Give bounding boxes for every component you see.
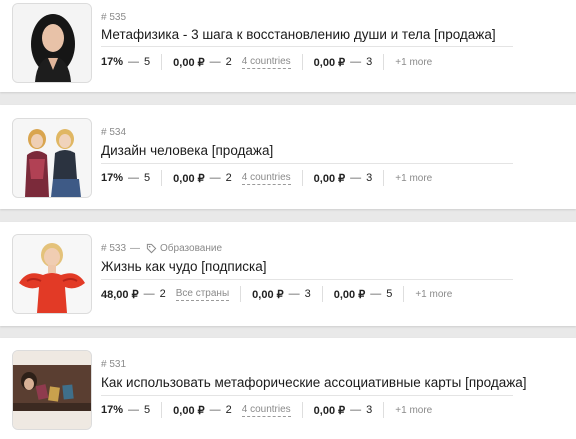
more-offers-link[interactable]: +1 more [395, 57, 432, 68]
product-card[interactable]: # 533 — Образование Жизнь как чудо [подп… [0, 222, 576, 326]
offer-2[interactable]: 0,00 ₽ —2 4 countries [173, 172, 291, 185]
more-offers-link[interactable]: +1 more [395, 405, 432, 416]
offer-1[interactable]: 48,00 ₽ —2 Все страны [101, 288, 230, 301]
separator [301, 170, 303, 186]
offer-1[interactable]: 17% —5 [101, 172, 150, 184]
separator [301, 54, 303, 70]
separator [240, 286, 242, 302]
item-meta: # 535 [101, 12, 126, 23]
offer-2[interactable]: 0,00 ₽ —3 [252, 288, 311, 301]
countries-link[interactable]: 4 countries [241, 56, 291, 69]
offer-3[interactable]: 0,00 ₽ —3 [314, 172, 373, 185]
more-offers-link[interactable]: +1 more [395, 173, 432, 184]
separator [383, 170, 385, 186]
meta-separator: — [130, 243, 141, 254]
offer-row: 17% —5 0,00 ₽ —2 4 countries 0,00 ₽ —3 +1 m… [101, 402, 432, 418]
item-id: # 535 [101, 12, 127, 23]
item-title[interactable]: Как использовать метафорические ассоциат… [101, 375, 527, 390]
item-meta: # 533 — Образование [101, 243, 222, 254]
offer-3[interactable]: 0,00 ₽ —3 [314, 404, 373, 417]
product-thumbnail[interactable] [12, 3, 92, 83]
separator [403, 286, 405, 302]
category-tag[interactable]: Образование [160, 243, 222, 254]
item-title[interactable]: Жизнь как чудо [подписка] [101, 259, 267, 274]
product-thumbnail[interactable] [12, 234, 92, 314]
separator [383, 402, 385, 418]
product-card[interactable]: # 531 Как использовать метафорические ас… [0, 338, 576, 439]
item-id: # 531 [101, 359, 127, 370]
product-card[interactable]: # 534 Дизайн человека [продажа] 17% —5 0,… [0, 105, 576, 209]
separator [161, 402, 163, 418]
offer-1[interactable]: 17% —5 [101, 404, 150, 416]
divider [101, 46, 513, 47]
offer-row: 48,00 ₽ —2 Все страны 0,00 ₽ —3 0,00 ₽ —5 +… [101, 286, 452, 302]
offer-row: 17% —5 0,00 ₽ —2 4 countries 0,00 ₽ —3 +1 m… [101, 170, 432, 186]
offer-2[interactable]: 0,00 ₽ —2 4 countries [173, 404, 291, 417]
separator [161, 54, 163, 70]
product-card[interactable]: # 535 Метафизика - 3 шага к восстановлен… [0, 0, 576, 92]
offer-2[interactable]: 0,00 ₽ —2 4 countries [173, 56, 291, 69]
divider [101, 395, 513, 396]
offer-3[interactable]: 0,00 ₽ —3 [314, 56, 373, 69]
more-offers-link[interactable]: +1 more [415, 289, 452, 300]
cards-on-table-photo [13, 351, 91, 429]
countries-link[interactable]: 4 countries [241, 404, 291, 417]
separator [321, 286, 323, 302]
product-thumbnail[interactable] [12, 118, 92, 198]
item-id: # 533 [101, 243, 127, 254]
separator [161, 170, 163, 186]
divider [101, 279, 513, 280]
item-title[interactable]: Метафизика - 3 шага к восстановлению душ… [101, 27, 496, 42]
item-title[interactable]: Дизайн человека [продажа] [101, 143, 273, 158]
divider [101, 163, 513, 164]
woman-dark-hair-photo [13, 4, 91, 82]
item-meta: # 531 [101, 359, 126, 370]
tag-icon [146, 243, 157, 254]
woman-red-dress-photo [13, 235, 91, 313]
item-id: # 534 [101, 127, 127, 138]
countries-link[interactable]: 4 countries [241, 172, 291, 185]
separator [383, 54, 385, 70]
offer-3[interactable]: 0,00 ₽ —5 [334, 288, 393, 301]
offer-row: 17% —5 0,00 ₽ —2 4 countries 0,00 ₽ —3 +1 m… [101, 54, 432, 70]
countries-link[interactable]: Все страны [175, 288, 230, 301]
two-women-photo [13, 119, 91, 197]
offer-1[interactable]: 17% —5 [101, 56, 150, 68]
item-meta: # 534 [101, 127, 126, 138]
product-thumbnail[interactable] [12, 350, 92, 430]
separator [301, 402, 303, 418]
